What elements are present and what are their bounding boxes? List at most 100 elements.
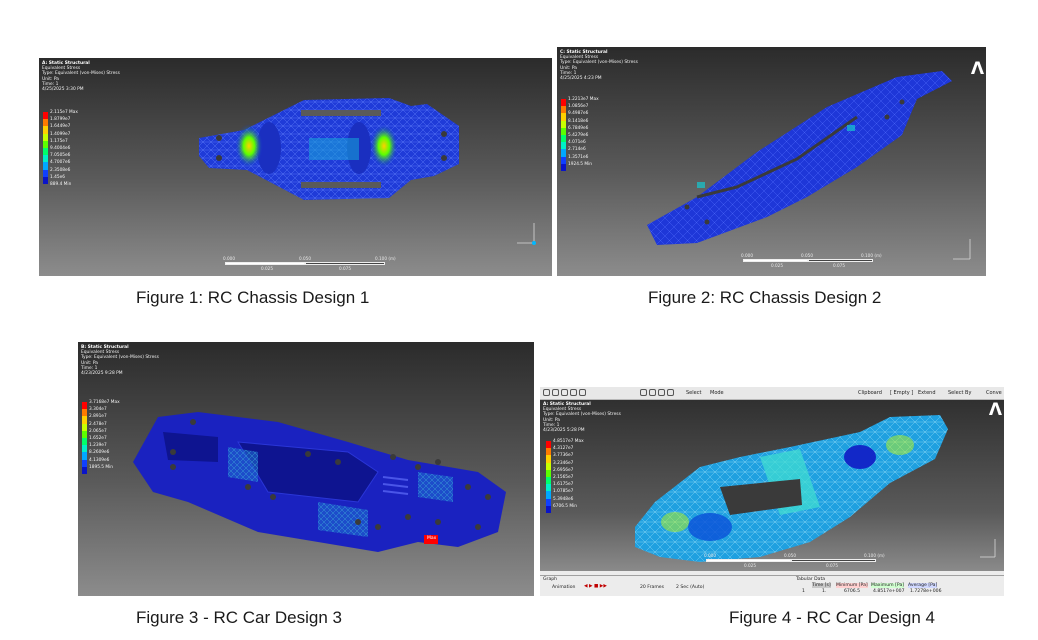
scale-label: 0.000: [704, 553, 716, 558]
column-header: Minimum [Pa]: [836, 583, 868, 588]
legend-value: 1.175e7: [50, 138, 68, 144]
legend-value: 1.8799e7: [50, 117, 71, 123]
legend-value: 2.478e7: [89, 421, 107, 427]
legend-min-label: 1924.5 Min: [568, 161, 593, 167]
speed-select[interactable]: 2 Sec (Auto): [676, 585, 704, 590]
legend-value: 2.714e6: [568, 147, 586, 153]
scale-label: 0.100 (m): [864, 553, 885, 558]
figure-4-caption: Figure 4 - RC Car Design 4: [729, 608, 935, 627]
chassis-3-model: [133, 412, 506, 552]
table-cell: 4.8517e+007: [873, 589, 905, 594]
legend-value: 5.3948e6: [553, 496, 574, 502]
result-annotation: A: Static Structural Equivalent Stress T…: [543, 402, 621, 433]
table-cell: 1.: [822, 589, 827, 594]
legend-value: 1.3571e6: [568, 154, 589, 160]
figure-3-caption: Figure 3 - RC Car Design 3: [136, 608, 342, 627]
legend-value: 1.0856e7: [568, 104, 589, 110]
annotation-line: Type: Equivalent (von-Mises) Stress: [42, 71, 120, 77]
scale-label: 0.025: [261, 266, 273, 271]
annotation-line: 4/25/2025 3:30 PM: [42, 87, 84, 93]
scale-label: 0.050: [299, 256, 311, 261]
scale-label: 0.075: [339, 266, 351, 271]
scale-bar: 0.000 0.050 0.100 (m) 0.025 0.075: [741, 253, 882, 269]
legend-value: 2.065e7: [89, 428, 107, 434]
scale-label: 0.050: [801, 253, 813, 258]
legend-value: 6.7849e6: [568, 125, 589, 131]
column-header: Maximum [Pa]: [871, 583, 905, 588]
legend-value: 1.6175e7: [553, 482, 574, 488]
result-annotation: A: Static Structural Equivalent Stress T…: [42, 61, 120, 92]
scale-label: 0.025: [744, 563, 756, 568]
scale-label: 0.050: [784, 553, 796, 558]
legend-value: 2.6956e7: [553, 467, 574, 473]
table-cell: 6706.5: [844, 589, 861, 594]
scale-label: 0.100 (m): [375, 256, 396, 261]
legend-value: 2.1565e7: [553, 474, 574, 480]
legend-max-label: 4.8517e7 Max: [553, 439, 584, 444]
result-annotation: C: Static Structural Equivalent Stress T…: [560, 50, 638, 81]
legend-value: 2.3508e6: [50, 167, 71, 173]
figure-1-image: A: Static Structural Equivalent Stress T…: [39, 58, 552, 276]
legend-value: 2.891e7: [89, 414, 107, 420]
legend-min-label: 6706.5 Min: [553, 503, 578, 509]
legend-value: 9.4004e6: [50, 145, 71, 151]
tabular-data-label: Tabular Data: [796, 577, 826, 582]
legend-value: 4.7007e6: [50, 160, 71, 166]
result-annotation: B: Static Structural Equivalent Stress T…: [81, 345, 159, 376]
graph-label: Graph: [543, 577, 558, 582]
legend-value: 3.2346e7: [553, 460, 574, 466]
legend-value: 1.652e7: [89, 435, 107, 441]
annotation-line: 4/25/2025 4:23 PM: [560, 76, 602, 82]
legend-value: 8.1418e6: [568, 118, 589, 124]
legend-value: 3.304e7: [89, 407, 107, 413]
legend-value: 1.0785e7: [553, 489, 574, 495]
column-header: Time [s]: [812, 583, 831, 588]
table-cell: 1.7278e+006: [910, 589, 942, 594]
scale-label: 0.000: [741, 253, 753, 258]
scale-label: 0.100 (m): [861, 253, 882, 258]
figure-2-caption: Figure 2: RC Chassis Design 2: [648, 288, 882, 307]
graph-tabular-panel: Graph Animation ◀ ▶ ■ ▶▶ 20 Frames 2 Sec…: [540, 575, 1004, 596]
legend-value: 9.4987e6: [568, 111, 589, 117]
scale-label: 0.025: [771, 263, 783, 268]
legend-value: 7.0505e6: [50, 153, 71, 159]
column-header: Average [Pa]: [908, 583, 938, 588]
legend-max-label: 1.2213e7 Max: [568, 97, 599, 102]
play-icon[interactable]: ◀ ▶ ■ ▶▶: [584, 584, 607, 589]
chassis-2-model: [647, 71, 971, 260]
frames-select[interactable]: 20 Frames: [640, 585, 664, 590]
legend-value: 1.4099e7: [50, 131, 71, 137]
legend-value: 4.3127e7: [553, 446, 574, 452]
scale-bar: 0.000 0.050 0.100 (m) 0.025 0.075: [704, 553, 885, 569]
scale-bar: 0.000 0.050 0.100 (m) 0.025 0.075: [223, 256, 396, 272]
scale-label: 0.000: [223, 256, 235, 261]
legend-value: 1.6449e7: [50, 124, 71, 130]
scale-label: 0.075: [833, 263, 845, 268]
legend-value: 3.7736e7: [553, 453, 574, 459]
annotation-line: 4/23/2025 5:28 PM: [543, 428, 585, 434]
annotation-line: Type: Equivalent (von-Mises) Stress: [543, 412, 621, 418]
figure-4-image: Select Mode Clipboard [ Empty ] Extend S…: [540, 387, 1004, 596]
figure-3-image: Max B: Static Structural Equivalent Stre…: [78, 342, 534, 596]
legend-value: 4.071e6: [568, 140, 586, 146]
legend-value: 1.45e6: [50, 174, 65, 180]
table-cell: 1: [802, 589, 805, 594]
legend-value: 8.2609e6: [89, 450, 110, 456]
annotation-line: Type: Equivalent (von-Mises) Stress: [560, 60, 638, 66]
legend-value: 5.4279e6: [568, 132, 589, 138]
ansys-logo: Λ: [988, 400, 1002, 420]
annotation-line: Type: Equivalent (von-Mises) Stress: [81, 355, 159, 361]
legend-max-label: 2.115e7 Max: [50, 110, 78, 115]
figure-2-image: Λ C: Static Structural Equivalent Stress…: [557, 47, 986, 276]
animation-label: Animation: [552, 585, 576, 590]
scale-label: 0.075: [826, 563, 838, 568]
legend-min-label: 889.4 Min: [50, 181, 72, 187]
legend-value: 1.239e7: [89, 443, 107, 449]
legend-value: 4.1309e6: [89, 457, 110, 463]
max-marker: Max: [427, 536, 437, 541]
annotation-line: 4/23/2025 9:28 PM: [81, 371, 123, 377]
legend-max-label: 3.7168e7 Max: [89, 400, 120, 405]
ansys-logo: Λ: [970, 59, 984, 79]
figure-1-caption: Figure 1: RC Chassis Design 1: [136, 288, 370, 307]
legend-min-label: 1895.5 Min: [89, 464, 114, 470]
